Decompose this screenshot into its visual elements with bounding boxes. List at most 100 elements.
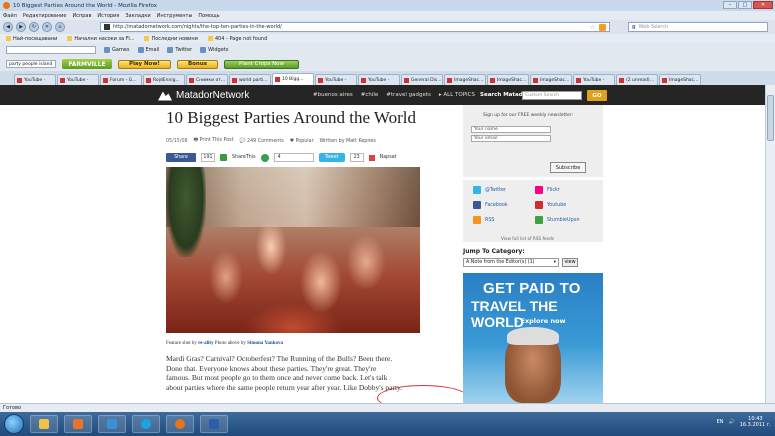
tab-favicon-icon — [232, 77, 237, 83]
browser-tab[interactable]: General Dis... — [401, 74, 443, 85]
browser-tab[interactable]: world parti... — [229, 74, 271, 85]
topic-link[interactable]: #travel gadgets — [386, 92, 431, 98]
bookmark-most-visited[interactable]: Най-посещавани — [6, 35, 57, 42]
toolbar-search-field[interactable]: party people island — [6, 60, 56, 68]
go-button[interactable]: GO — [587, 90, 607, 101]
web-search-input[interactable]: g Web Search — [628, 22, 768, 32]
ad-explore-link[interactable]: ▸ Explore now — [515, 317, 565, 325]
browser-tab[interactable]: ImageShac... — [530, 74, 572, 85]
popular-link[interactable]: ♥ Popular — [290, 139, 314, 144]
facebook-share-button[interactable]: Share — [166, 153, 196, 162]
sharethis-icon[interactable] — [220, 154, 227, 161]
browser-tab[interactable]: YouTube - — [315, 74, 357, 85]
rss-link[interactable]: RSS — [473, 216, 494, 224]
browser-tab[interactable]: ImageShac... — [444, 74, 486, 85]
napsat-icon[interactable] — [368, 154, 375, 161]
farmville-logo[interactable]: FARMVILLE — [62, 59, 112, 69]
topic-link[interactable]: #buenos aires — [313, 92, 353, 98]
sharethis-label[interactable]: ShareThis — [232, 155, 256, 160]
bookmark-404[interactable]: 404 - Page not found — [207, 35, 267, 42]
menu-tools[interactable]: Инструменты — [157, 13, 193, 19]
toolbar-games[interactable]: Games — [104, 47, 130, 53]
category-select[interactable]: A Note from the Editor(s) (1) ▾ — [463, 258, 559, 267]
taskbar-skype[interactable] — [132, 415, 160, 433]
taskbar-firefox[interactable] — [166, 415, 194, 433]
browser-tab[interactable]: Снимки от... — [186, 74, 228, 85]
plant-crops-button[interactable]: Plant Crops Now — [224, 59, 300, 69]
menu-edit[interactable]: Редактирование — [23, 13, 67, 19]
volume-icon[interactable]: 🔊 — [729, 419, 735, 425]
browser-tab[interactable]: (2 unread)... — [616, 74, 658, 85]
caption-user-link[interactable]: re-ality — [198, 341, 213, 346]
media-player-icon — [73, 419, 83, 429]
browser-tab[interactable]: RojdEnnig... — [143, 74, 185, 85]
stop-icon[interactable]: ✕ — [42, 22, 52, 32]
napsat-label[interactable]: Napsat — [380, 155, 397, 160]
view-button[interactable]: view — [562, 258, 578, 267]
matador-search-input[interactable]: Custom Search — [522, 91, 582, 100]
browser-tab[interactable]: 10 Bigg... — [272, 73, 314, 85]
menu-view[interactable]: Исправ — [72, 13, 91, 19]
toolbar-twitter[interactable]: Twitter — [167, 47, 192, 53]
browser-tab[interactable]: YouTube - — [358, 74, 400, 85]
scrollbar-thumb[interactable] — [767, 95, 774, 141]
travel-ad-banner[interactable]: GET PAID TO TRAVEL THE WORLD ▸ Explore n… — [463, 273, 603, 403]
facebook-link[interactable]: Facebook — [473, 201, 508, 209]
taskbar-word[interactable] — [200, 415, 228, 433]
name-input[interactable]: Your name — [471, 126, 551, 133]
menu-bookmarks[interactable]: Закладки — [125, 13, 150, 19]
caption-author-link[interactable]: Simona Yankova — [247, 341, 283, 346]
maximize-button[interactable]: □ — [738, 1, 752, 9]
newsletter-box: Sign up for our FREE weekly newsletter: … — [463, 105, 603, 177]
full-rss-list-link[interactable]: View full list of RSS feeds — [501, 236, 554, 241]
bookmark-star-icon[interactable]: ☆ — [590, 24, 595, 31]
youtube-link[interactable]: Youtube — [535, 201, 566, 209]
browser-tab[interactable]: YouTube - — [14, 74, 56, 85]
language-indicator[interactable]: EN — [717, 419, 724, 425]
flickr-link[interactable]: Flickr — [535, 186, 560, 194]
rss-icon[interactable] — [599, 23, 606, 31]
article-date: 05/15/08 — [166, 138, 188, 144]
reload-icon[interactable]: ↻ — [29, 22, 39, 32]
clock[interactable]: 10:43 16.3.2011 г. — [740, 416, 771, 428]
toolbar-search-input[interactable] — [6, 46, 96, 54]
stumbleupon-link[interactable]: StumbleUpon — [535, 216, 580, 224]
browser-tab[interactable]: YouTube - — [57, 74, 99, 85]
browser-tab[interactable]: Forum - G... — [100, 74, 142, 85]
forward-icon[interactable]: ▶ — [16, 22, 26, 32]
start-button[interactable] — [4, 414, 24, 434]
buzz-icon[interactable] — [260, 153, 269, 162]
vertical-scrollbar[interactable] — [765, 85, 775, 403]
comments-link[interactable]: 💬 249 Comments — [240, 139, 284, 144]
email-input[interactable]: Your email — [471, 135, 551, 142]
search-engine-icon[interactable]: g — [632, 24, 636, 30]
browser-tab[interactable]: YouTube - — [573, 74, 615, 85]
menu-history[interactable]: История — [97, 13, 119, 19]
browser-tab[interactable]: ImageShac... — [659, 74, 701, 85]
print-link[interactable]: 🖶 Print This Post — [194, 137, 234, 145]
subscribe-button[interactable]: Subscribe — [550, 162, 586, 173]
taskbar-media[interactable] — [64, 415, 92, 433]
taskbar-explorer[interactable] — [30, 415, 58, 433]
twitter-link[interactable]: @Twitter — [473, 186, 506, 194]
topic-link[interactable]: #chile — [361, 92, 379, 98]
toolbar-widgets[interactable]: Widgets — [200, 47, 228, 53]
bookmark-latest-news[interactable]: Последни новини — [144, 35, 198, 42]
bookmark-getting-started[interactable]: Начални насоки за Fi... — [67, 35, 134, 42]
toolbar-email[interactable]: Email — [137, 47, 159, 53]
all-topics-link[interactable]: ▸ ALL TOPICS — [439, 92, 475, 98]
play-now-button[interactable]: Play Now! — [118, 59, 171, 69]
back-icon[interactable]: ◀ — [3, 22, 13, 32]
close-button[interactable]: ✕ — [753, 1, 773, 9]
tweet-button[interactable]: Tweet — [318, 153, 345, 162]
address-bar[interactable]: http://matadornetwork.com/nights/the-top… — [100, 22, 610, 32]
minimize-button[interactable]: – — [723, 1, 737, 9]
menu-help[interactable]: Помощь — [198, 13, 219, 19]
browser-tab[interactable]: ImageShac... — [487, 74, 529, 85]
bonus-button[interactable]: Bonus — [176, 59, 219, 69]
matador-logo[interactable]: MatadorNetwork — [158, 90, 249, 101]
home-icon[interactable]: ⌂ — [55, 22, 65, 32]
social-label: Youtube — [547, 202, 567, 208]
menu-file[interactable]: Файл — [3, 13, 17, 19]
taskbar-ie[interactable] — [98, 415, 126, 433]
